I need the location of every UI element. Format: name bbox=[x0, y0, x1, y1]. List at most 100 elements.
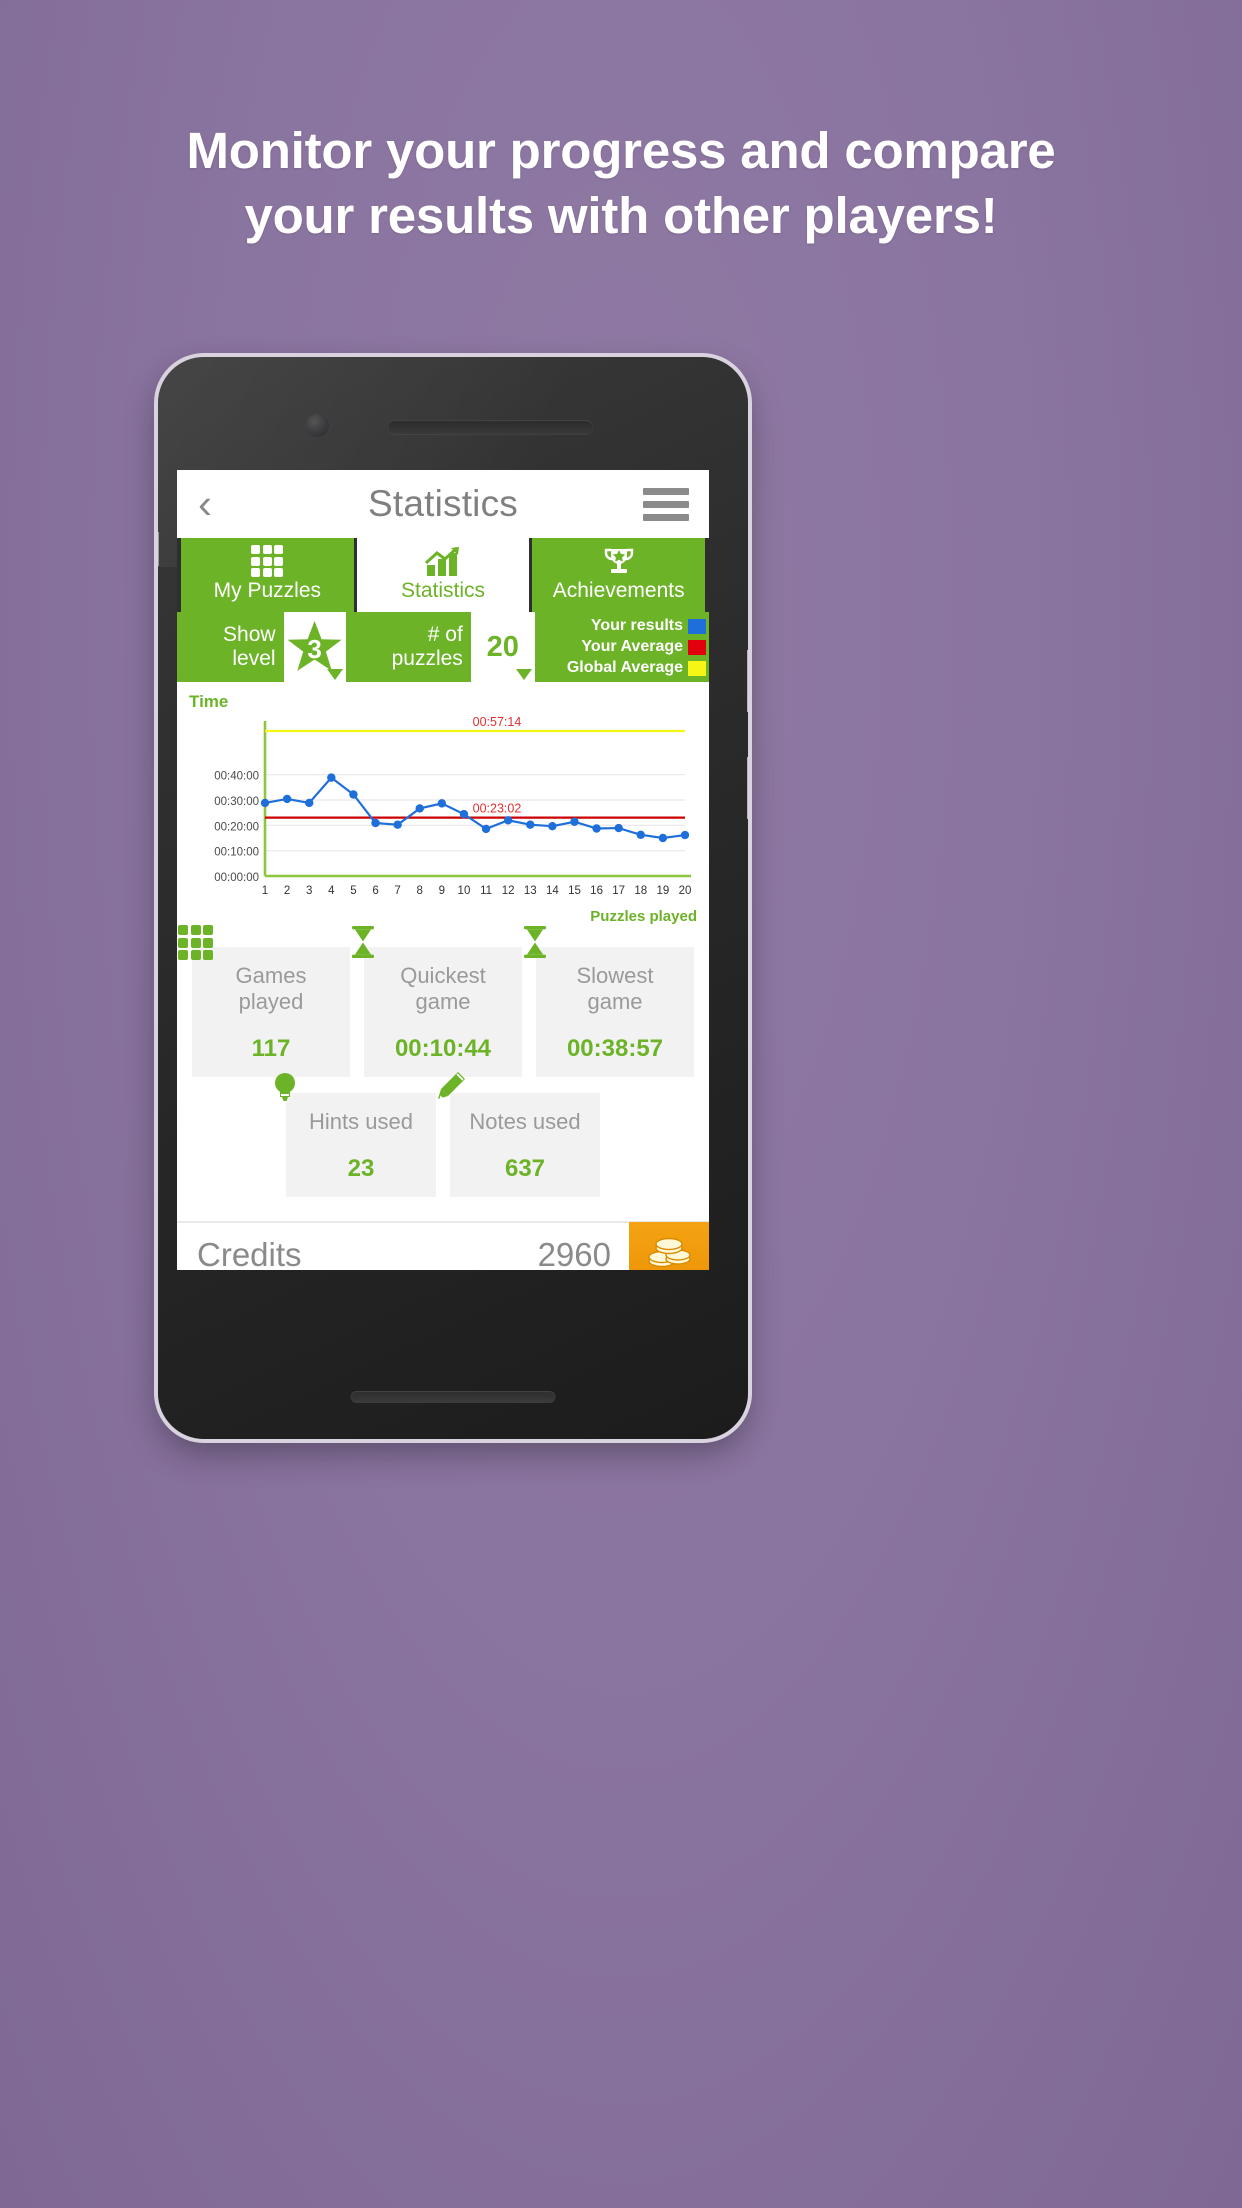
puzzles-count-selector[interactable]: 20 bbox=[470, 612, 535, 682]
hourglass-icon bbox=[350, 925, 376, 959]
hourglass-icon bbox=[522, 925, 548, 959]
legend-item-your-results: Your results bbox=[567, 617, 707, 635]
svg-text:8: 8 bbox=[417, 885, 423, 897]
svg-text:1: 1 bbox=[262, 885, 268, 897]
chart-x-axis-label: Puzzles played bbox=[590, 908, 697, 925]
legend-swatch-red bbox=[688, 639, 707, 655]
svg-text:00:40:00: 00:40:00 bbox=[214, 771, 259, 783]
svg-text:00:57:14: 00:57:14 bbox=[473, 715, 522, 729]
bar-chart-icon bbox=[423, 547, 463, 577]
svg-text:17: 17 bbox=[612, 885, 625, 897]
stat-title-line1: Notes used bbox=[469, 1108, 581, 1134]
level-value: 3 bbox=[307, 633, 322, 664]
chart-canvas: 00:00:00 00:10:00 00:20:00 00:30:00 00:40:00… bbox=[214, 715, 692, 897]
app-header: ‹ Statistics bbox=[177, 470, 709, 538]
chevron-down-icon bbox=[326, 669, 343, 680]
puzzles-count-label: # of puzzles bbox=[378, 612, 471, 682]
stat-title: Hints used bbox=[292, 1109, 430, 1135]
headline-line-1: Monitor your progress and compare bbox=[186, 122, 1056, 179]
time-chart: Time 00:00:00 00:10:00 00:20:00 00:30:00 00:… bbox=[177, 682, 709, 929]
tab-bar: My Puzzles Statistics Achievements bbox=[177, 538, 709, 612]
svg-text:13: 13 bbox=[524, 885, 537, 897]
svg-text:9: 9 bbox=[439, 885, 445, 897]
pencil-icon bbox=[436, 1071, 466, 1103]
page-title: Statistics bbox=[367, 483, 519, 524]
stat-title: Games played bbox=[198, 963, 344, 1015]
puzzles-count-label-line1: # of bbox=[427, 623, 463, 647]
side-button-lower[interactable] bbox=[747, 757, 748, 819]
show-level-label: Show level bbox=[209, 612, 284, 682]
svg-text:10: 10 bbox=[458, 885, 471, 897]
show-level-label-line1: Show bbox=[223, 623, 276, 647]
svg-text:16: 16 bbox=[590, 885, 603, 897]
trophy-icon bbox=[602, 547, 636, 577]
stat-title: Quickest game bbox=[370, 963, 516, 1015]
svg-text:11: 11 bbox=[480, 885, 492, 897]
promo-headline: Monitor your progress and compare your r… bbox=[0, 118, 1242, 249]
svg-text:2: 2 bbox=[284, 885, 290, 897]
legend-swatch-blue bbox=[688, 618, 707, 634]
lightbulb-icon bbox=[272, 1071, 298, 1105]
headline-line-2: your results with other players! bbox=[244, 187, 998, 245]
tab-label: Achievements bbox=[552, 579, 685, 602]
level-selector[interactable]: 3 bbox=[283, 612, 346, 682]
stat-title-line1: Hints used bbox=[309, 1108, 413, 1134]
stat-value: 00:10:44 bbox=[394, 1034, 492, 1062]
svg-text:00:10:00: 00:10:00 bbox=[214, 847, 259, 859]
stat-card-hints-used: Hints used 23 bbox=[275, 1072, 436, 1197]
front-camera-icon bbox=[306, 414, 329, 437]
grid-icon bbox=[178, 925, 213, 960]
puzzles-count-value: 20 bbox=[486, 630, 519, 663]
stat-value: 23 bbox=[347, 1154, 375, 1182]
credits-label: Credits bbox=[197, 1235, 302, 1270]
legend-label: Global Average bbox=[566, 659, 684, 676]
show-level-label-line2: level bbox=[232, 647, 276, 670]
filter-bar: Show level 3 # of puzzles 20 Your result… bbox=[177, 612, 709, 682]
coins-icon bbox=[645, 1232, 693, 1270]
stat-title: Notes used bbox=[456, 1109, 594, 1135]
buy-credits-button[interactable] bbox=[629, 1221, 709, 1270]
tab-statistics[interactable]: Statistics bbox=[356, 538, 530, 612]
chart-title: Time bbox=[189, 692, 229, 711]
stat-card-slowest-game: Slowest game 00:38:57 bbox=[524, 926, 694, 1077]
menu-icon-bar bbox=[643, 487, 689, 495]
stat-title-line1: Quickest bbox=[400, 963, 486, 988]
tab-achievements[interactable]: Achievements bbox=[532, 538, 706, 612]
tab-label: Statistics bbox=[400, 579, 486, 602]
svg-text:4: 4 bbox=[328, 885, 335, 897]
svg-text:5: 5 bbox=[350, 885, 356, 897]
menu-icon[interactable] bbox=[643, 487, 689, 521]
svg-text:6: 6 bbox=[372, 885, 378, 897]
svg-text:20: 20 bbox=[679, 885, 692, 897]
credits-bar: Credits 2960 bbox=[177, 1220, 709, 1270]
side-button-upper[interactable] bbox=[747, 650, 748, 712]
stat-title-line1: Slowest bbox=[576, 963, 654, 988]
svg-text:12: 12 bbox=[502, 885, 515, 897]
credits-value: 2960 bbox=[537, 1235, 611, 1270]
app-screen: ‹ Statistics My Puzzles Statistics Achie… bbox=[177, 470, 709, 1270]
menu-icon-bar bbox=[643, 513, 689, 521]
svg-text:18: 18 bbox=[634, 885, 647, 897]
legend-item-your-average: Your Average bbox=[567, 638, 707, 656]
filter-spacer-left bbox=[177, 612, 209, 682]
svg-text:19: 19 bbox=[656, 885, 669, 897]
stat-title-line2: played bbox=[238, 988, 304, 1014]
svg-text:7: 7 bbox=[394, 885, 400, 897]
svg-text:15: 15 bbox=[568, 885, 581, 897]
legend-label: Your results bbox=[590, 617, 684, 634]
stat-card-games-played: Games played 117 bbox=[178, 925, 350, 1077]
chevron-down-icon bbox=[515, 669, 532, 680]
stat-title-line2: game bbox=[587, 988, 643, 1014]
svg-text:3: 3 bbox=[306, 885, 312, 897]
home-bar bbox=[350, 1391, 556, 1403]
svg-text:14: 14 bbox=[546, 885, 559, 897]
volume-button[interactable] bbox=[158, 532, 159, 566]
tab-my-puzzles[interactable]: My Puzzles bbox=[181, 538, 354, 612]
svg-text:00:00:00: 00:00:00 bbox=[214, 872, 259, 884]
stat-title-line2: game bbox=[415, 988, 471, 1014]
stat-card-quickest-game: Quickest game 00:10:44 bbox=[352, 926, 522, 1077]
chart-legend: Your results Your Average Global Average bbox=[567, 612, 709, 682]
svg-text:00:30:00: 00:30:00 bbox=[214, 796, 259, 808]
stats-cards: Games played 117 Quickest game 00:10:44 … bbox=[177, 925, 709, 1221]
grid-icon bbox=[251, 545, 284, 577]
